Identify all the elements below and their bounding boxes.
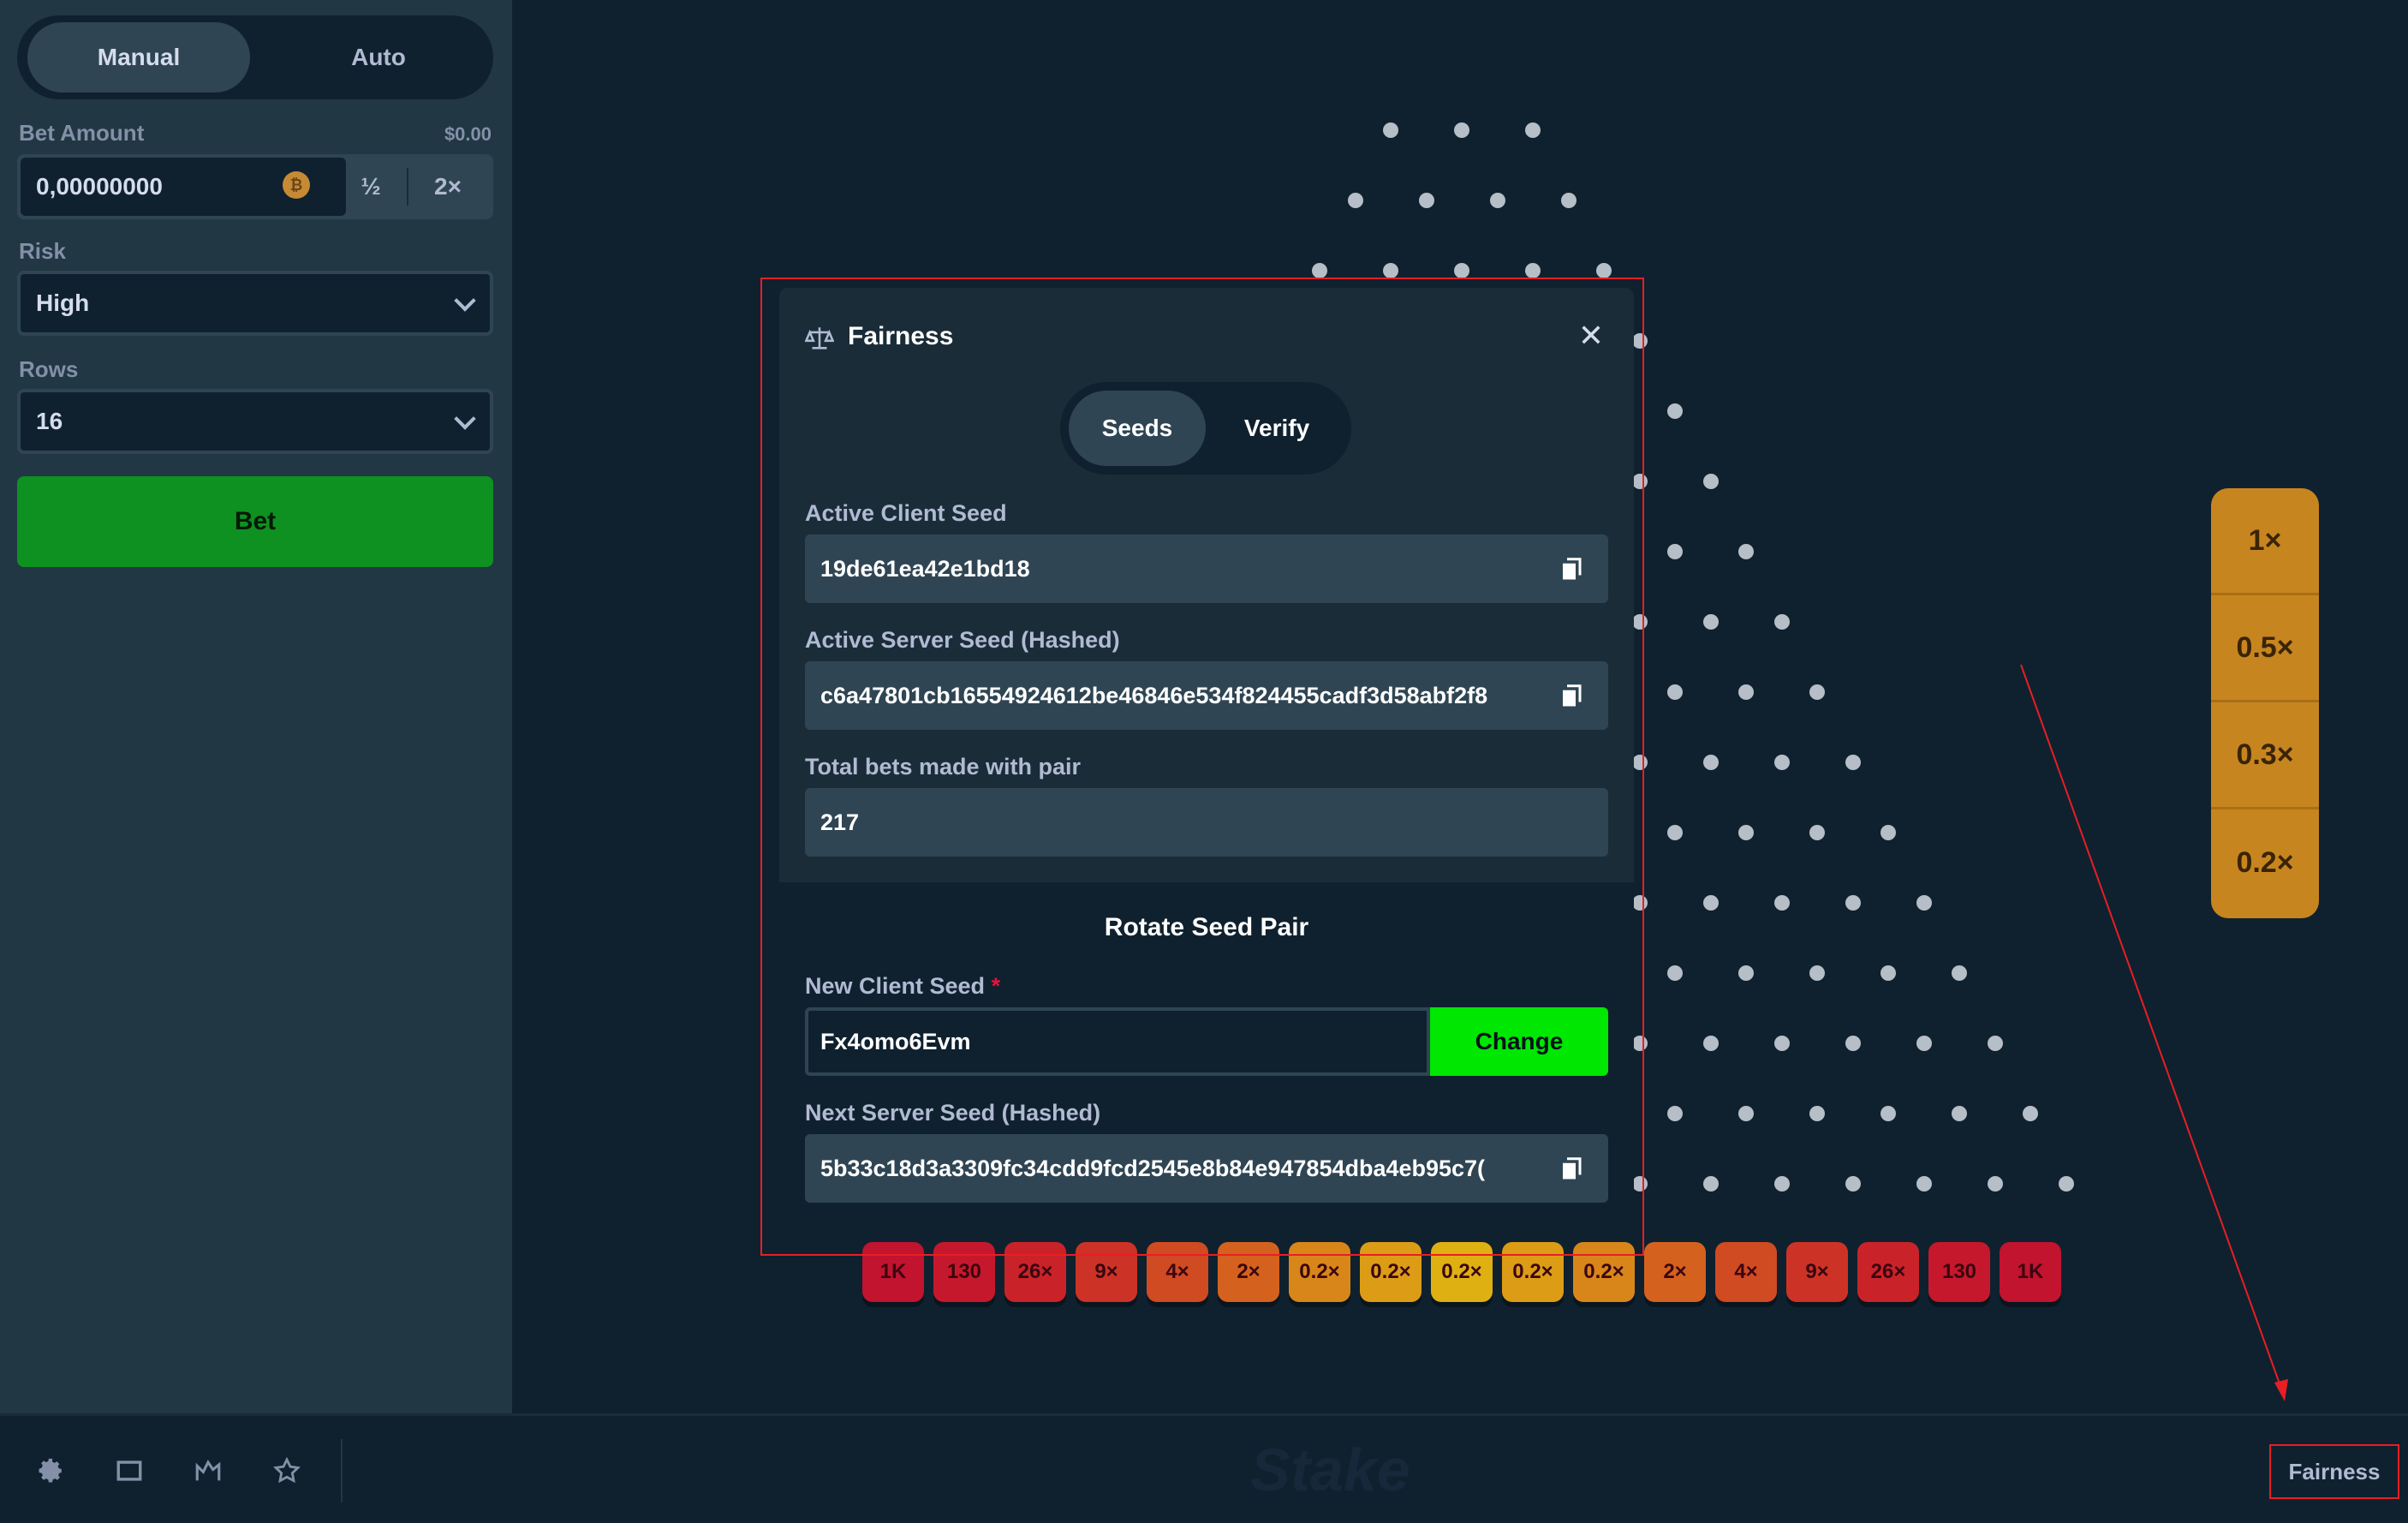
modal-highlight: [760, 278, 1644, 1256]
plinko-game-page: Manual Auto Bet Amount $0.00 0,00000000 …: [0, 0, 2408, 1523]
